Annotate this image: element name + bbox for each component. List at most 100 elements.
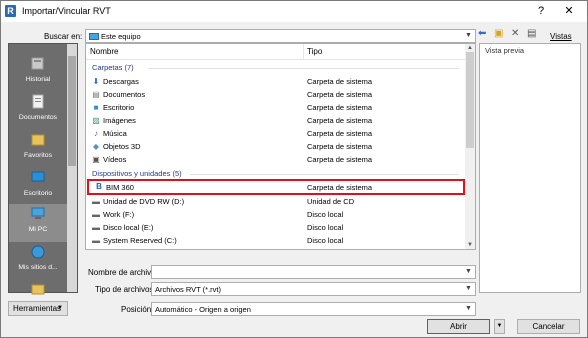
title-bar: R Importar/Vincular RVT ? ✕	[1, 1, 587, 22]
places-bar: Historial Documentos Favoritos Escritori…	[8, 43, 78, 295]
place-label: Escritorio	[23, 190, 53, 197]
filetype-select[interactable]: Archivos RVT (*.rvt) ▼	[151, 282, 476, 296]
filetype-label: Tipo de archivos:	[95, 285, 156, 294]
places-scrollbar[interactable]	[67, 44, 77, 292]
open-options-button[interactable]: ▼	[494, 319, 505, 334]
open-button[interactable]: Abrir	[427, 319, 490, 334]
delete-icon[interactable]: ✕	[511, 28, 519, 40]
filetype-value: Archivos RVT (*.rvt)	[155, 285, 221, 294]
item-name: System Reserved (C:)	[103, 236, 177, 245]
place-favorites[interactable]: Favoritos	[9, 130, 67, 168]
help-button[interactable]: ?	[529, 3, 553, 19]
column-type-header[interactable]: Tipo	[307, 47, 322, 56]
group-devices-header[interactable]: Dispositivos y unidades (5)	[92, 169, 182, 178]
chevron-down-icon[interactable]: ▼	[462, 266, 475, 278]
item-name: Unidad de DVD RW (D:)	[103, 197, 185, 206]
place-desktop[interactable]: Escritorio	[9, 168, 67, 206]
list-item[interactable]: ▨ Imágenes Carpeta de sistema	[86, 114, 465, 127]
disk-icon: ▬	[92, 236, 100, 245]
music-icon: ♪	[94, 129, 98, 138]
place-my-sites[interactable]: Mis sitios d...	[9, 242, 67, 280]
list-item[interactable]: ▬ Disco local (E:) Disco local	[86, 221, 465, 234]
group-divider	[190, 174, 459, 175]
column-name-header[interactable]: Nombre	[90, 47, 118, 56]
scroll-up-icon[interactable]: ▲	[465, 44, 475, 52]
disk-icon: ▬	[92, 210, 100, 219]
place-my-pc[interactable]: Mi PC	[9, 204, 67, 242]
item-type: Unidad de CD	[307, 197, 355, 206]
item-type: Disco local	[307, 210, 344, 219]
item-type: Disco local	[307, 236, 344, 245]
place-documents[interactable]: Documentos	[9, 92, 67, 130]
list-item[interactable]: ♪ Música Carpeta de sistema	[86, 127, 465, 140]
cancel-button[interactable]: Cancelar	[517, 319, 580, 334]
cube-icon: ◆	[92, 142, 100, 151]
chevron-down-icon[interactable]: ▼	[462, 30, 475, 42]
item-name: Objetos 3D	[103, 142, 141, 151]
chevron-down-icon[interactable]: ▼	[462, 283, 475, 295]
place-history[interactable]: Historial	[9, 54, 67, 92]
lookin-value: Este equipo	[101, 32, 141, 41]
back-icon[interactable]: ⬅	[478, 28, 486, 40]
new-folder-icon[interactable]: ▤	[527, 28, 536, 40]
filename-label: Nombre de archivo:	[88, 268, 158, 277]
lookin-combo[interactable]: Este equipo ▼	[85, 29, 476, 43]
globe-icon	[31, 245, 45, 259]
filename-input[interactable]: ▼	[151, 265, 476, 279]
scroll-thumb[interactable]	[466, 52, 474, 148]
list-item[interactable]: ◆ Objetos 3D Carpeta de sistema	[86, 140, 465, 153]
chevron-down-icon[interactable]: ▼	[462, 303, 475, 315]
item-type: Carpeta de sistema	[307, 90, 373, 99]
scroll-down-icon[interactable]: ▼	[465, 241, 475, 249]
item-type: Carpeta de sistema	[307, 183, 373, 192]
group-folders-header[interactable]: Carpetas (7)	[92, 63, 134, 72]
position-select[interactable]: Automático - Origen a origen ▼	[151, 302, 476, 316]
tools-button[interactable]: Herramientas ▼	[8, 301, 68, 316]
views-menu[interactable]: Vistas	[550, 32, 572, 41]
column-divider[interactable]	[303, 44, 304, 60]
list-item[interactable]: ▬ Unidad de DVD RW (D:) Unidad de CD	[86, 195, 465, 208]
computer-icon	[89, 33, 99, 40]
preview-pane: Vista previa	[479, 43, 581, 293]
list-item[interactable]: ⬇ Descargas Carpeta de sistema	[86, 75, 465, 88]
favorites-folder-icon	[31, 134, 45, 146]
item-name: Escritorio	[103, 103, 135, 112]
item-type: Carpeta de sistema	[307, 116, 373, 125]
item-name: Música	[103, 129, 127, 138]
list-item[interactable]: ■ Escritorio Carpeta de sistema	[86, 101, 465, 114]
close-button[interactable]: ✕	[557, 3, 581, 19]
position-label: Posición:	[121, 305, 154, 314]
list-item[interactable]: ▬ System Reserved (C:) Disco local	[86, 234, 465, 247]
bim360-icon: B	[96, 182, 102, 191]
file-list-scrollbar[interactable]: ▲ ▼	[465, 44, 475, 249]
place-label: Historial	[25, 76, 51, 83]
group-divider	[148, 68, 459, 69]
tools-label: Herramientas	[13, 304, 62, 313]
place-more[interactable]	[9, 280, 67, 295]
item-type: Carpeta de sistema	[307, 129, 373, 138]
position-value: Automático - Origen a origen	[155, 305, 251, 314]
dvd-drive-icon: ▬	[92, 197, 100, 206]
list-item[interactable]: ▤ Documentos Carpeta de sistema	[86, 88, 465, 101]
item-type: Carpeta de sistema	[307, 155, 373, 164]
list-item[interactable]: ▣ Vídeos Carpeta de sistema	[86, 153, 465, 166]
import-link-dialog: R Importar/Vincular RVT ? ✕ Buscar en: E…	[0, 0, 588, 338]
video-icon: ▣	[92, 155, 100, 164]
chevron-down-icon: ▼	[496, 323, 503, 329]
chevron-down-icon: ▼	[57, 305, 63, 311]
item-type: Carpeta de sistema	[307, 103, 373, 112]
item-type: Disco local	[307, 223, 344, 232]
up-folder-icon[interactable]: ▣	[494, 28, 503, 40]
pictures-icon: ▨	[92, 116, 100, 125]
list-item[interactable]: ▬ Work (F:) Disco local	[86, 208, 465, 221]
item-name: Vídeos	[103, 155, 127, 164]
scroll-thumb[interactable]	[68, 56, 76, 166]
item-type: Carpeta de sistema	[307, 77, 373, 86]
item-name: BIM 360	[106, 183, 134, 192]
computer-icon	[31, 207, 45, 219]
desktop-icon: ■	[93, 103, 99, 112]
item-type: Carpeta de sistema	[307, 142, 373, 151]
revit-app-icon: R	[5, 5, 16, 17]
file-list: Nombre Tipo Carpetas (7) ⬇ Descargas Car…	[85, 43, 476, 250]
list-item-bim360-highlighted[interactable]: B BIM 360 Carpeta de sistema	[87, 179, 465, 195]
